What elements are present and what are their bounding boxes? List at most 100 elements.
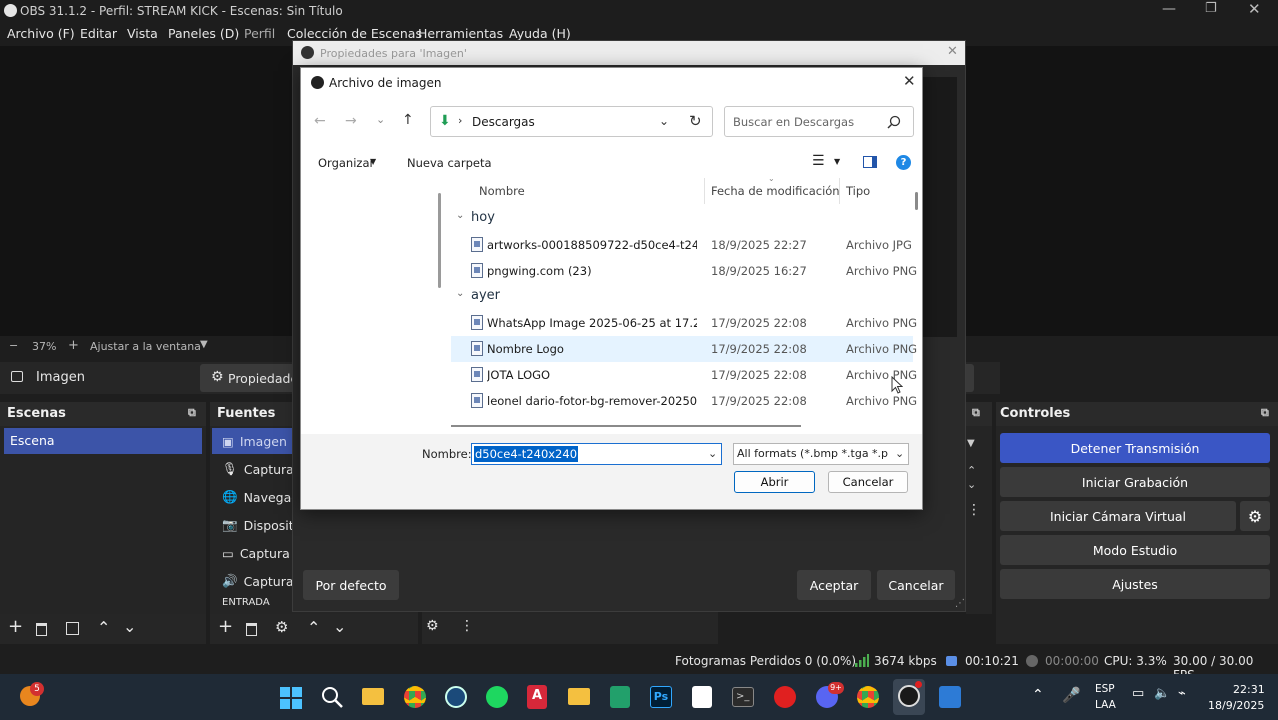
source-item[interactable]: ▣ Imagen bbox=[216, 428, 296, 454]
photoshop-icon[interactable]: Ps bbox=[650, 686, 672, 708]
vertical-scrollbar[interactable] bbox=[915, 192, 918, 210]
move-down-icon[interactable]: ⌄ bbox=[123, 617, 136, 636]
settings-button[interactable]: Ajustes bbox=[1000, 569, 1270, 599]
network-icon[interactable]: ▭ bbox=[1132, 686, 1144, 701]
source-item[interactable]: 🎙 Captura c bbox=[216, 456, 296, 482]
close-icon[interactable]: ✕ bbox=[1248, 0, 1261, 18]
open-button[interactable]: Abrir bbox=[734, 471, 815, 493]
file-row[interactable]: WhatsApp Image 2025-06-25 at 17.25.43-..… bbox=[451, 310, 917, 336]
group-label[interactable]: ayer bbox=[471, 288, 500, 303]
back-arrow-icon[interactable]: ← bbox=[314, 113, 326, 129]
studio-mode-button[interactable]: Modo Estudio bbox=[1000, 535, 1270, 565]
close-icon[interactable]: ✕ bbox=[903, 72, 916, 90]
cancel-button[interactable]: Cancelar bbox=[828, 471, 908, 493]
source-item[interactable]: 📷 Dispositiv bbox=[216, 512, 296, 538]
forward-arrow-icon[interactable]: → bbox=[345, 113, 357, 129]
recent-chevron-icon[interactable]: ⌄ bbox=[376, 113, 385, 126]
virtual-cam-button[interactable]: Iniciar Cámara Virtual bbox=[1000, 501, 1236, 531]
menu-coleccion-escenas[interactable]: Colección de Escenas bbox=[287, 26, 422, 41]
column-divider[interactable] bbox=[839, 178, 840, 204]
stop-stream-button[interactable]: Detener Transmisión bbox=[1000, 433, 1270, 463]
more-icon[interactable]: ⋮ bbox=[460, 618, 474, 634]
virtual-cam-settings-button[interactable]: ⚙ bbox=[1240, 501, 1270, 531]
menu-ayuda[interactable]: Ayuda (H) bbox=[509, 26, 571, 41]
file-type-filter[interactable]: All formats (*.bmp *.tga *.png * ⌄ bbox=[733, 443, 909, 465]
navigation-pane[interactable] bbox=[301, 178, 446, 433]
collapse-chevron-icon[interactable]: ⌄ bbox=[456, 288, 464, 299]
source-item[interactable]: 🌐 Navegado bbox=[216, 484, 296, 510]
properties-button[interactable]: ⚙ Propiedade bbox=[200, 364, 300, 392]
chevron-down-icon[interactable]: ▼ bbox=[834, 157, 840, 166]
trash-icon[interactable] bbox=[246, 623, 257, 636]
folder-icon[interactable] bbox=[568, 688, 590, 705]
start-record-button[interactable]: Iniciar Grabación bbox=[1000, 467, 1270, 497]
filename-input[interactable]: d50ce4-t240x240 ⌄ bbox=[471, 443, 722, 465]
refresh-icon[interactable]: ↻ bbox=[689, 112, 702, 130]
chevron-down-icon[interactable]: ▼ bbox=[967, 438, 975, 449]
gear-icon[interactable]: ⚙ bbox=[426, 618, 439, 634]
filter-icon[interactable] bbox=[66, 622, 79, 635]
column-name[interactable]: Nombre bbox=[479, 184, 525, 198]
add-icon[interactable]: + bbox=[218, 616, 233, 637]
chevron-down-icon[interactable]: ⌄ bbox=[659, 114, 669, 128]
maximize-icon[interactable]: ❐ bbox=[1205, 1, 1217, 16]
clock-time[interactable]: 22:31 bbox=[1233, 683, 1265, 696]
cancel-button[interactable]: Cancelar bbox=[877, 570, 955, 600]
menu-vista[interactable]: Vista bbox=[127, 26, 158, 41]
region-code[interactable]: LAA bbox=[1095, 699, 1116, 711]
column-date[interactable]: Fecha de modificación bbox=[711, 184, 840, 198]
volume-icon[interactable]: 🔈 bbox=[1154, 686, 1170, 701]
preview-pane-icon[interactable] bbox=[863, 156, 877, 168]
chevron-down-icon[interactable]: ▼ bbox=[200, 339, 208, 350]
help-icon[interactable]: ? bbox=[896, 155, 911, 170]
breadcrumb[interactable]: Descargas bbox=[472, 115, 535, 129]
resize-grip-icon[interactable]: ⋰ bbox=[955, 598, 965, 609]
terminal-icon[interactable]: >_ bbox=[732, 687, 754, 707]
file-row[interactable]: artworks-000188509722-d50ce4-t240x240 18… bbox=[451, 232, 913, 258]
menu-perfil[interactable]: Perfil bbox=[244, 26, 275, 41]
undock-icon[interactable]: ⧉ bbox=[188, 406, 196, 420]
zoom-out-button[interactable]: − bbox=[9, 339, 18, 352]
app-red-icon[interactable] bbox=[774, 686, 796, 708]
app-blue-icon[interactable] bbox=[939, 686, 961, 708]
menu-archivo[interactable]: Archivo (F) bbox=[7, 26, 75, 41]
steam-icon[interactable] bbox=[445, 686, 467, 708]
menu-editar[interactable]: Editar bbox=[80, 26, 117, 41]
move-up-icon[interactable]: ⌃ bbox=[97, 618, 110, 637]
windows-start-icon[interactable] bbox=[280, 687, 302, 709]
source-item[interactable]: 🔊 Captura c bbox=[216, 568, 296, 594]
new-folder-button[interactable]: Nueva carpeta bbox=[407, 156, 492, 170]
address-bar[interactable]: ⬇ › Descargas ⌄ ↻ bbox=[430, 106, 713, 137]
file-explorer-icon[interactable] bbox=[362, 688, 384, 705]
search-icon[interactable] bbox=[321, 686, 343, 708]
more-icon[interactable]: ⋮ bbox=[967, 502, 981, 518]
scene-item[interactable]: Escena bbox=[4, 428, 202, 454]
add-icon[interactable]: + bbox=[8, 616, 23, 637]
horizontal-scrollbar[interactable] bbox=[451, 425, 801, 427]
menu-herramientas[interactable]: Herramientas bbox=[418, 26, 503, 41]
app-a-icon[interactable]: A bbox=[527, 685, 547, 709]
chrome-icon[interactable] bbox=[404, 686, 426, 708]
undock-icon[interactable]: ⧉ bbox=[1261, 406, 1269, 420]
source-item[interactable]: ENTRADA bbox=[216, 598, 296, 612]
ok-button[interactable]: Aceptar bbox=[797, 570, 871, 600]
search-input[interactable]: Buscar en Descargas bbox=[724, 106, 914, 137]
minimize-icon[interactable]: — bbox=[1162, 1, 1176, 17]
menu-paneles[interactable]: Paneles (D) bbox=[168, 26, 239, 41]
file-row-hovered[interactable]: Nombre Logo 17/9/2025 22:08 Archivo PNG bbox=[451, 336, 917, 362]
obs-taskbar-active[interactable] bbox=[893, 679, 925, 715]
zoom-in-button[interactable]: + bbox=[68, 338, 79, 353]
collapse-chevron-icon[interactable]: ⌄ bbox=[456, 210, 464, 221]
close-icon[interactable]: ✕ bbox=[947, 44, 958, 59]
clock-date[interactable]: 18/9/2025 bbox=[1208, 699, 1264, 712]
battery-icon[interactable]: ⌁ bbox=[1178, 686, 1186, 701]
store-icon[interactable] bbox=[692, 686, 712, 708]
app-green-icon[interactable] bbox=[610, 686, 630, 708]
nav-scrollbar[interactable] bbox=[438, 193, 441, 288]
file-row[interactable]: pngwing.com (23) 18/9/2025 16:27 Archivo… bbox=[451, 258, 917, 284]
defaults-button[interactable]: Por defecto bbox=[303, 570, 399, 600]
view-list-icon[interactable]: ☰ bbox=[812, 153, 825, 169]
gear-icon[interactable]: ⚙ bbox=[275, 618, 288, 636]
group-label[interactable]: hoy bbox=[471, 210, 495, 225]
chevron-down-icon[interactable]: ▼ bbox=[370, 157, 376, 166]
